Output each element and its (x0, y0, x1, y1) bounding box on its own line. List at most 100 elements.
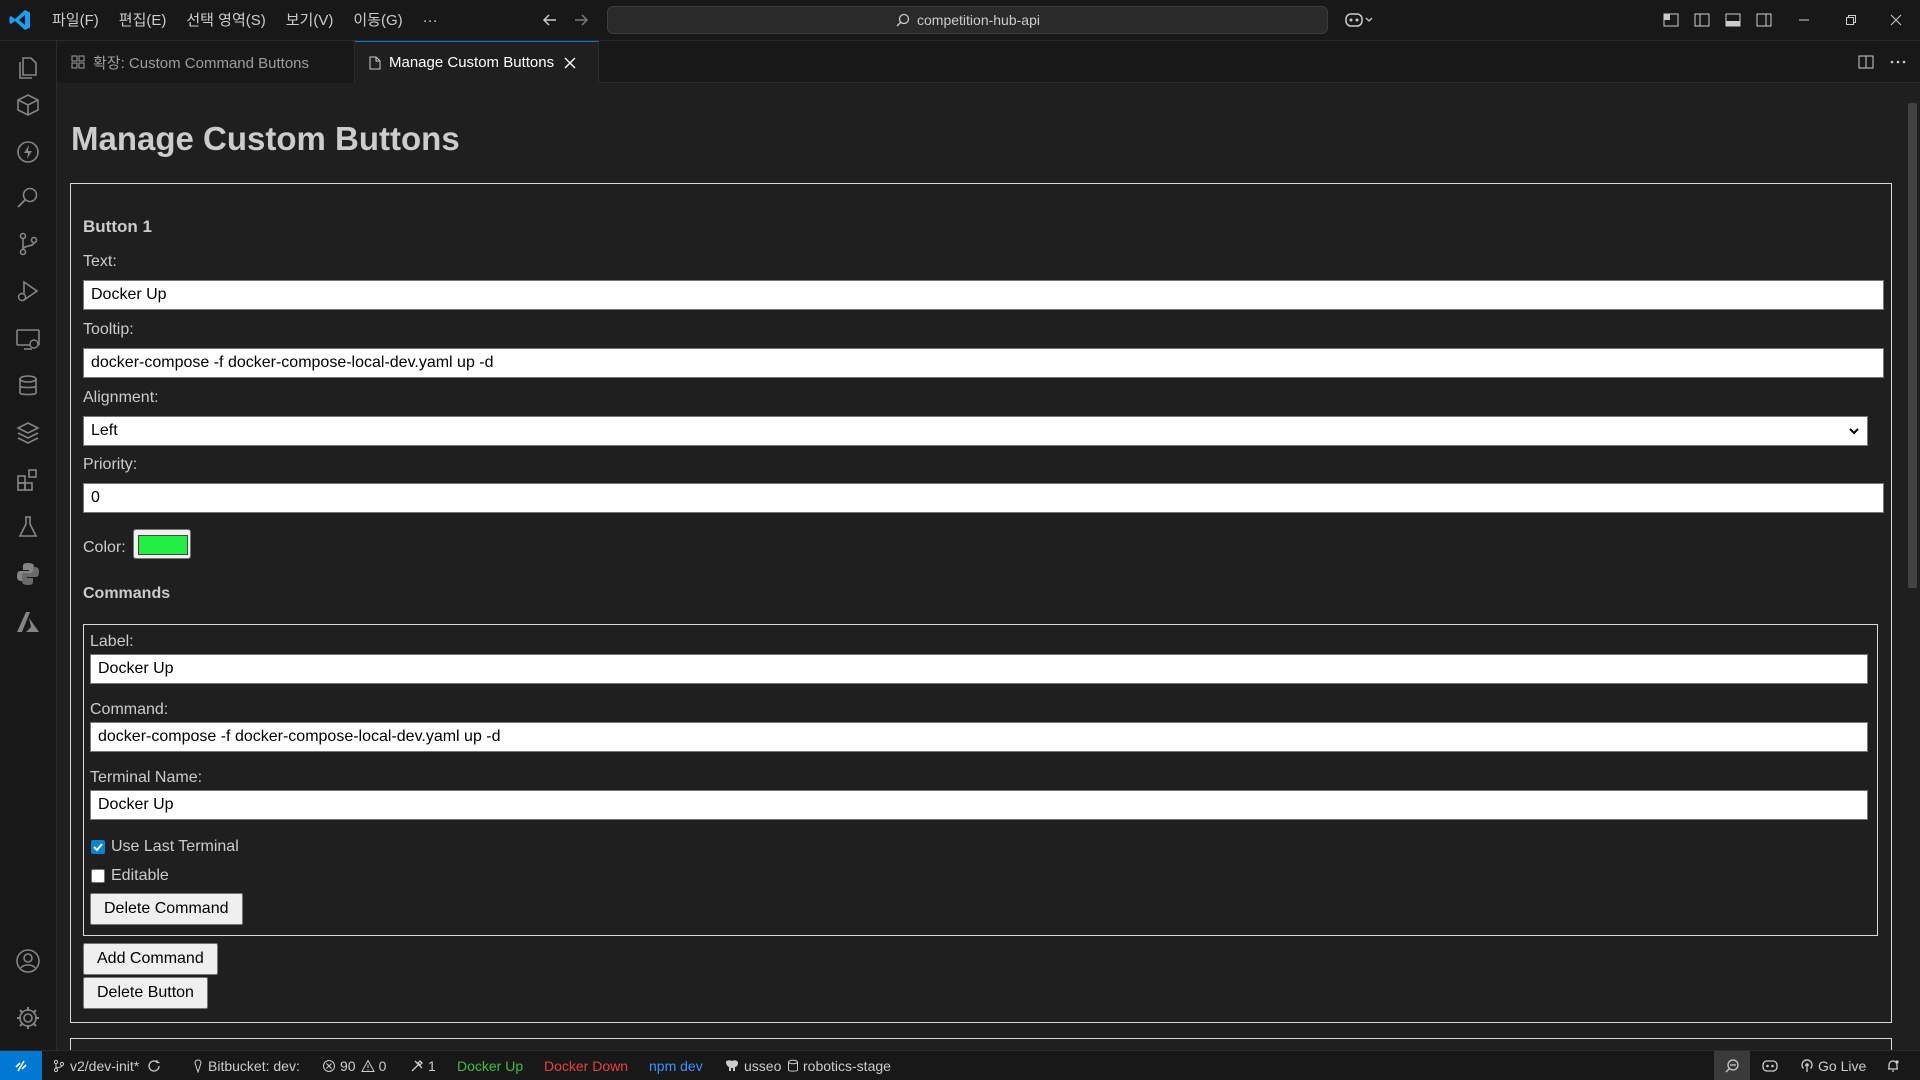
search-icon (896, 13, 910, 27)
chevron-down-icon (1849, 428, 1859, 435)
copilot-icon[interactable] (1344, 10, 1374, 30)
bitbucket-status[interactable]: Bitbucket: dev: (192, 1051, 300, 1080)
database-status[interactable]: robotics-stage (787, 1051, 891, 1080)
checkmark-icon (93, 843, 103, 852)
bitbucket-text: Bitbucket: dev: (208, 1057, 300, 1074)
menu-more[interactable]: ··· (413, 7, 448, 35)
restore-button[interactable] (1839, 8, 1863, 32)
status-bar: v2/dev-init* Bitbucket: dev: 90 0 1 Dock… (0, 1050, 1920, 1080)
user-name: usseo (744, 1057, 782, 1074)
tooltip-input[interactable]: docker-compose -f docker-compose-local-d… (83, 348, 1884, 378)
zoom-status[interactable] (1714, 1051, 1750, 1080)
settings-gear-icon[interactable] (14, 1004, 42, 1032)
button-card: Button 1 Text: Docker Up Tooltip: docker… (70, 183, 1892, 1023)
file-icon (369, 56, 381, 69)
text-input[interactable]: Docker Up (83, 280, 1884, 310)
close-window-button[interactable] (1884, 8, 1908, 32)
split-editor-icon[interactable] (1857, 53, 1875, 71)
error-icon (323, 1059, 335, 1072)
package-icon[interactable] (14, 91, 42, 119)
database-icon[interactable] (14, 372, 42, 400)
command-card: Label: Docker Up Command: docker-compose… (83, 624, 1878, 936)
menu-selection[interactable]: 선택 영역(S) (176, 7, 275, 35)
tab-extension-custom-command-buttons[interactable]: 확장: Custom Command Buttons (57, 41, 355, 83)
docker-down-status-button[interactable]: Docker Down (544, 1051, 628, 1080)
add-command-button[interactable]: Add Command (83, 943, 218, 975)
remote-explorer-icon[interactable] (14, 325, 42, 353)
extensions-icon[interactable] (14, 466, 42, 494)
run-debug-icon[interactable] (14, 277, 42, 305)
notifications-status[interactable] (1886, 1051, 1904, 1080)
source-control-icon[interactable] (14, 230, 42, 258)
ports-status[interactable]: 1 (410, 1051, 436, 1080)
sync-icon[interactable] (147, 1059, 161, 1073)
command-label-label: Label: (90, 633, 134, 650)
priority-label: Priority: (83, 456, 138, 473)
branch-status[interactable]: v2/dev-init* (52, 1051, 165, 1080)
use-last-terminal-label: Use Last Terminal (111, 838, 239, 855)
ports-count: 1 (428, 1057, 436, 1074)
vscode-logo-icon[interactable] (8, 8, 32, 32)
copilot-status[interactable] (1761, 1051, 1783, 1080)
user-status[interactable]: usseo (724, 1051, 781, 1080)
text-label: Text: (83, 253, 117, 270)
toggle-panel-icon[interactable] (1723, 10, 1743, 30)
color-picker[interactable] (133, 529, 191, 559)
command-command-label: Command: (90, 701, 169, 718)
menu-edit[interactable]: 편집(E) (109, 7, 177, 35)
tab-manage-custom-buttons[interactable]: Manage Custom Buttons (355, 41, 599, 83)
back-arrow-icon[interactable] (540, 10, 560, 30)
commands-heading: Commands (83, 585, 171, 602)
azure-icon[interactable] (14, 608, 42, 636)
terminal-name-label: Terminal Name: (90, 769, 203, 786)
go-live-text: Go Live (1818, 1057, 1867, 1074)
remote-indicator[interactable] (0, 1051, 42, 1080)
alignment-select[interactable]: Left (83, 416, 1868, 446)
button-heading: Button 1 (83, 217, 152, 236)
command-label-input[interactable]: Docker Up (90, 654, 1868, 684)
toggle-sidebar-icon[interactable] (1692, 10, 1712, 30)
minimize-button[interactable] (1792, 8, 1816, 32)
editable-checkbox[interactable] (91, 869, 105, 883)
editor-scrollbar[interactable] (1905, 83, 1920, 1050)
remote-icon (15, 1060, 27, 1071)
use-last-terminal-checkbox[interactable] (91, 840, 105, 854)
docker-up-status-button[interactable]: Docker Up (457, 1051, 523, 1080)
scrollbar-thumb[interactable] (1908, 103, 1917, 588)
go-live-status[interactable]: Go Live (1800, 1051, 1866, 1080)
terminal-name-input[interactable]: Docker Up (90, 790, 1868, 820)
forward-arrow-icon[interactable] (571, 10, 591, 30)
menu-go[interactable]: 이동(G) (343, 7, 412, 35)
color-label: Color: (83, 539, 126, 556)
problems-status[interactable]: 90 0 (322, 1051, 386, 1080)
npm-dev-status-button[interactable]: npm dev (649, 1051, 703, 1080)
delete-command-button[interactable]: Delete Command (90, 893, 243, 925)
python-icon[interactable] (14, 560, 42, 588)
warning-icon (360, 1058, 375, 1072)
search-sidebar-icon[interactable] (14, 184, 42, 212)
toggle-secondary-sidebar-icon[interactable] (1754, 10, 1774, 30)
next-button-card (70, 1038, 1892, 1050)
menu-file[interactable]: 파일(F) (42, 7, 109, 35)
delete-button-button[interactable]: Delete Button (83, 977, 208, 1009)
priority-input[interactable]: 0 (83, 483, 1884, 513)
layers-icon[interactable] (14, 419, 42, 447)
customize-layout-icon[interactable] (1661, 10, 1681, 30)
menu-view[interactable]: 보기(V) (276, 7, 344, 35)
explorer-icon[interactable] (14, 54, 42, 82)
command-center-search[interactable]: competition-hub-api (607, 6, 1328, 34)
thunder-client-icon[interactable] (14, 138, 42, 166)
accounts-icon[interactable] (14, 947, 42, 975)
database-name: robotics-stage (803, 1057, 891, 1074)
zoom-out-icon (1725, 1058, 1739, 1072)
extensions-tab-icon (71, 55, 85, 69)
testing-flask-icon[interactable] (14, 513, 42, 541)
tab-label: Manage Custom Buttons (389, 54, 555, 71)
title-bar: 파일(F) 편집(E) 선택 영역(S) 보기(V) 이동(G) ··· com… (0, 0, 1920, 41)
close-tab-icon[interactable] (564, 57, 576, 69)
activity-bar (0, 41, 57, 1050)
more-actions-icon[interactable] (1889, 53, 1907, 71)
elephant-icon (726, 1059, 738, 1071)
command-command-input[interactable]: docker-compose -f docker-compose-local-d… (90, 722, 1868, 752)
alignment-label: Alignment: (83, 389, 159, 406)
